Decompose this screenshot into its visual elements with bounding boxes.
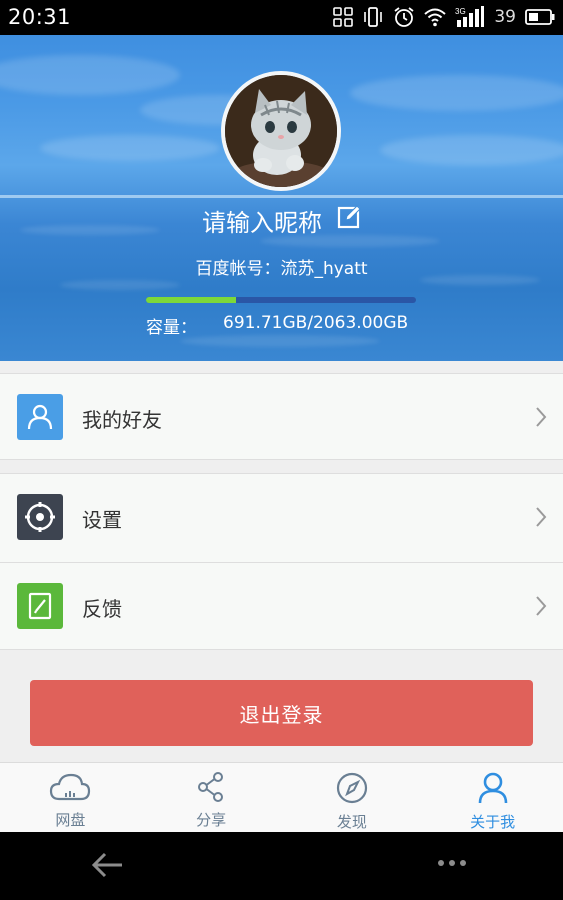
menu-item-settings[interactable]: 设置	[0, 474, 563, 562]
status-time: 20:31	[8, 5, 72, 29]
cat-figurine-image	[225, 75, 337, 187]
gear-icon	[17, 494, 63, 540]
chevron-right-icon	[535, 506, 547, 532]
chevron-right-icon	[535, 595, 547, 621]
tab-discover[interactable]: 发现	[282, 763, 423, 832]
account-name: 百度帐号：流苏_hyatt	[195, 259, 368, 279]
tab-cloud-drive[interactable]: 网盘	[0, 763, 141, 832]
nickname-row[interactable]: 请输入昵称	[0, 203, 563, 238]
feedback-icon	[17, 583, 63, 629]
avatar[interactable]	[221, 71, 341, 191]
tab-label: 发现	[336, 813, 367, 831]
edit-icon[interactable]	[337, 204, 361, 233]
share-icon	[195, 771, 227, 807]
wifi-icon	[424, 7, 447, 27]
svg-text:3G: 3G	[455, 7, 466, 16]
bottom-tab-bar: 网盘 分享 发现 关于我	[0, 762, 563, 832]
tab-label: 网盘	[55, 811, 86, 829]
vibrate-icon	[362, 6, 384, 28]
cloud-icon	[49, 771, 91, 807]
chevron-right-icon	[535, 406, 547, 432]
status-bar: 20:31 3G 39	[0, 0, 563, 35]
storage-progress-fill	[146, 297, 237, 303]
menu-group-settings-feedback: 设置 反馈	[0, 473, 563, 650]
capacity-label: 容量：	[146, 318, 197, 338]
battery-level: 39	[494, 7, 516, 27]
tab-label: 关于我	[470, 813, 516, 831]
menu-item-feedback[interactable]: 反馈	[0, 563, 563, 651]
user-icon	[17, 394, 63, 440]
tab-label: 分享	[196, 811, 227, 829]
system-nav-bar	[0, 832, 563, 900]
status-icons: 3G 39	[333, 6, 555, 28]
menu-label-settings: 设置	[82, 508, 122, 532]
compass-icon	[335, 771, 369, 809]
capacity-value: 691.71GB/2063.00GB	[223, 313, 409, 333]
profile-header: 请输入昵称 百度帐号：流苏_hyatt 容量： 691.71GB/2063.00…	[0, 35, 563, 361]
tab-about-me[interactable]: 关于我	[422, 763, 563, 832]
battery-icon	[525, 9, 555, 25]
menu-label-feedback: 反馈	[82, 597, 122, 621]
more-dots-icon[interactable]	[438, 860, 466, 866]
back-arrow-icon[interactable]	[90, 850, 124, 884]
logout-button[interactable]: 退出登录	[30, 680, 533, 746]
capacity-row: 容量： 691.71GB/2063.00GB	[146, 313, 408, 338]
storage-progress-bar	[146, 297, 416, 303]
screen-share-icon	[333, 7, 354, 27]
alarm-icon	[393, 6, 415, 28]
person-icon	[477, 771, 509, 809]
menu-item-friends[interactable]: 我的好友	[0, 373, 563, 460]
signal-icon: 3G	[455, 6, 485, 28]
nickname[interactable]: 请输入昵称	[202, 203, 322, 238]
menu-label-friends: 我的好友	[82, 408, 162, 432]
tab-share[interactable]: 分享	[141, 763, 282, 832]
